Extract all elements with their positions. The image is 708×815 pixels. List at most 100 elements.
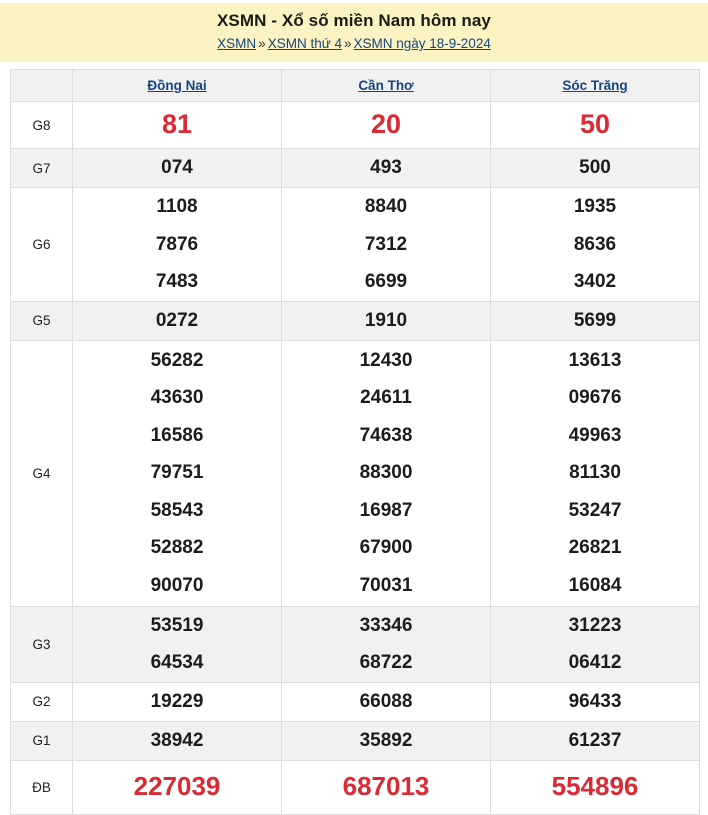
prize-number: 074 [73, 149, 281, 187]
prize-number: 53247 [491, 492, 699, 530]
province-link-1[interactable]: Đồng Nai [147, 78, 206, 93]
prize-number: 96433 [491, 683, 699, 721]
breadcrumb-separator-2: » [342, 36, 354, 51]
prize-cell-g6-col2: 884073126699 [282, 188, 491, 302]
prize-cell-g1-col3: 61237 [491, 721, 700, 760]
prize-row-g7: G7074493500 [11, 149, 700, 188]
prize-number: 554896 [491, 768, 699, 806]
prize-number: 53519 [73, 607, 281, 645]
prize-number: 7483 [73, 263, 281, 301]
prize-number: 3402 [491, 263, 699, 301]
prize-cell-g3-col2: 3334668722 [282, 606, 491, 682]
prize-cell-g3-col1: 5351964534 [73, 606, 282, 682]
prize-number: 09676 [491, 379, 699, 417]
prize-cell-g5-col2: 1910 [282, 301, 491, 340]
prize-cell-g6-col1: 110878767483 [73, 188, 282, 302]
prize-number: 31223 [491, 607, 699, 645]
prize-row-g2: G2192296608896433 [11, 682, 700, 721]
prize-number: 16987 [282, 492, 490, 530]
prize-cell-đb-col2: 687013 [282, 760, 491, 814]
prize-number: 66088 [282, 683, 490, 721]
prize-number: 81 [73, 106, 281, 144]
prize-cell-g2-col1: 19229 [73, 682, 282, 721]
prize-number: 5699 [491, 302, 699, 340]
prize-label-g7: G7 [11, 149, 73, 188]
prize-number: 90070 [73, 567, 281, 605]
prize-number: 7876 [73, 226, 281, 264]
prize-number: 70031 [282, 567, 490, 605]
prize-number: 06412 [491, 644, 699, 682]
prize-number: 26821 [491, 529, 699, 567]
province-header-1[interactable]: Đồng Nai [73, 70, 282, 102]
province-link-3[interactable]: Sóc Trăng [562, 78, 627, 93]
page-title: XSMN - Xổ số miền Nam hôm nay [0, 10, 708, 31]
prize-row-g5: G5027219105699 [11, 301, 700, 340]
breadcrumb-link-date[interactable]: XSMN ngày 18-9-2024 [354, 36, 491, 51]
prize-number: 67900 [282, 529, 490, 567]
prize-label-g3: G3 [11, 606, 73, 682]
breadcrumb: XSMN»XSMN thứ 4»XSMN ngày 18-9-2024 [0, 36, 708, 52]
lottery-results-table: Đồng NaiCần ThơSóc TrăngG8812050G7074493… [10, 69, 700, 815]
prize-number: 16586 [73, 417, 281, 455]
prize-number: 56282 [73, 342, 281, 380]
prize-number: 88300 [282, 454, 490, 492]
prize-number: 35892 [282, 722, 490, 760]
province-header-2[interactable]: Cần Thơ [282, 70, 491, 102]
prize-number: 16084 [491, 567, 699, 605]
prize-label-đb: ĐB [11, 760, 73, 814]
prize-number: 12430 [282, 342, 490, 380]
prize-number: 227039 [73, 768, 281, 806]
breadcrumb-link-weekday[interactable]: XSMN thứ 4 [268, 36, 342, 51]
prize-cell-g1-col1: 38942 [73, 721, 282, 760]
prize-cell-g7-col2: 493 [282, 149, 491, 188]
table-corner-cell [11, 70, 73, 102]
prize-label-g2: G2 [11, 682, 73, 721]
prize-number: 74638 [282, 417, 490, 455]
prize-number: 20 [282, 106, 490, 144]
prize-row-g1: G1389423589261237 [11, 721, 700, 760]
header-banner: XSMN - Xổ số miền Nam hôm nay XSMN»XSMN … [0, 3, 708, 62]
prize-label-g6: G6 [11, 188, 73, 302]
prize-cell-g8-col3: 50 [491, 102, 700, 149]
prize-row-g4: G456282436301658679751585435288290070124… [11, 340, 700, 606]
prize-number: 43630 [73, 379, 281, 417]
prize-label-g5: G5 [11, 301, 73, 340]
prize-number: 0272 [73, 302, 281, 340]
prize-cell-g2-col3: 96433 [491, 682, 700, 721]
lottery-results-page: XSMN - Xổ số miền Nam hôm nay XSMN»XSMN … [0, 0, 708, 799]
province-header-3[interactable]: Sóc Trăng [491, 70, 700, 102]
prize-number: 58543 [73, 492, 281, 530]
prize-row-đb: ĐB227039687013554896 [11, 760, 700, 814]
prize-cell-g5-col3: 5699 [491, 301, 700, 340]
prize-number: 81130 [491, 454, 699, 492]
prize-number: 24611 [282, 379, 490, 417]
prize-cell-g8-col1: 81 [73, 102, 282, 149]
prize-cell-g2-col2: 66088 [282, 682, 491, 721]
prize-number: 493 [282, 149, 490, 187]
prize-number: 61237 [491, 722, 699, 760]
prize-cell-g1-col2: 35892 [282, 721, 491, 760]
breadcrumb-separator-1: » [256, 36, 268, 51]
prize-number: 64534 [73, 644, 281, 682]
prize-number: 8636 [491, 226, 699, 264]
prize-number: 79751 [73, 454, 281, 492]
prize-cell-g8-col2: 20 [282, 102, 491, 149]
prize-label-g8: G8 [11, 102, 73, 149]
prize-number: 500 [491, 149, 699, 187]
prize-number: 33346 [282, 607, 490, 645]
table-header-row: Đồng Nai Cần Thơ Sóc Trăng [11, 70, 700, 102]
prize-label-g1: G1 [11, 721, 73, 760]
prize-number: 19229 [73, 683, 281, 721]
prize-cell-g4-col3: 13613096764996381130532472682116084 [491, 340, 700, 606]
prize-number: 52882 [73, 529, 281, 567]
prize-row-g3: G3535196453433346687223122306412 [11, 606, 700, 682]
prize-number: 6699 [282, 263, 490, 301]
prize-row-g8: G8812050 [11, 102, 700, 149]
prize-cell-đb-col3: 554896 [491, 760, 700, 814]
prize-cell-g7-col1: 074 [73, 149, 282, 188]
prize-number: 13613 [491, 342, 699, 380]
prize-cell-g4-col2: 12430246117463888300169876790070031 [282, 340, 491, 606]
prize-number: 8840 [282, 188, 490, 226]
province-link-2[interactable]: Cần Thơ [358, 78, 413, 93]
breadcrumb-link-xsmn[interactable]: XSMN [217, 36, 256, 51]
